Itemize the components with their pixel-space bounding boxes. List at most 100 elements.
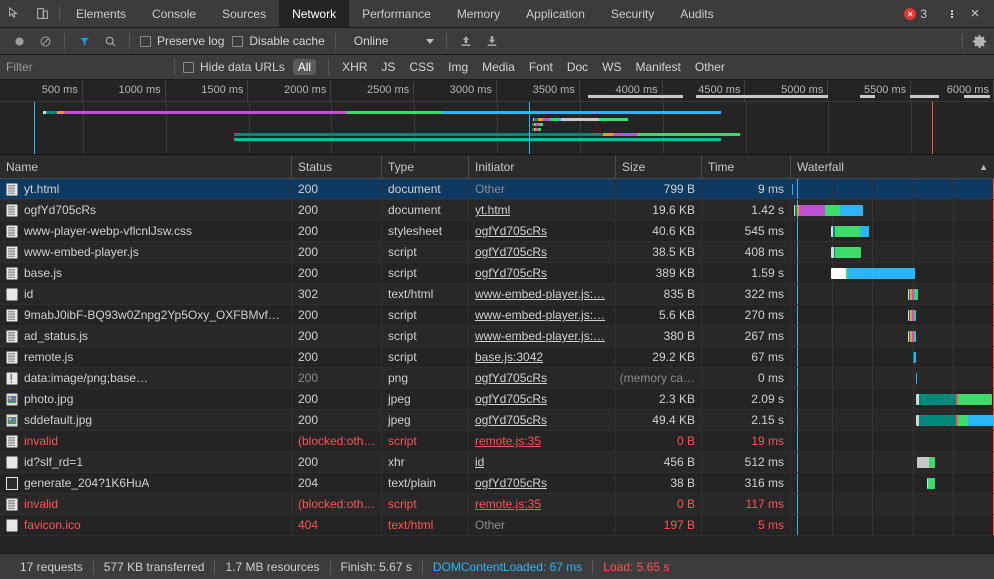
search-icon[interactable]: [97, 28, 123, 54]
waterfall-bar[interactable]: [794, 205, 863, 216]
table-row[interactable]: invalid (blocked:oth… script remote.js:35 0 …: [0, 494, 994, 515]
initiator-link[interactable]: id: [475, 455, 484, 469]
tab-sources[interactable]: Sources: [209, 0, 279, 27]
tab-network[interactable]: Network: [279, 0, 350, 27]
waterfall-bar[interactable]: [907, 310, 916, 321]
initiator-link[interactable]: ogfYd705cRs: [475, 371, 547, 385]
waterfall-gridline: [912, 179, 914, 199]
column-header-initiator[interactable]: Initiator: [469, 155, 616, 178]
table-row[interactable]: ogfYd705cRs 200 document yt.html 19.6 KB 1.42…: [0, 200, 994, 221]
initiator-link[interactable]: remote.js:35: [475, 434, 541, 448]
initiator-link[interactable]: base.js:3042: [475, 350, 543, 364]
table-row[interactable]: id 302 text/html www-embed-player.js:… 835 B…: [0, 284, 994, 305]
table-row[interactable]: sddefault.jpg 200 jpeg ogfYd705cRs 49.4 KB 2.…: [0, 410, 994, 431]
close-icon[interactable]: ×: [962, 5, 988, 22]
table-body[interactable]: yt.html 200 document Other 799 B9 ms ogfYd705…: [0, 179, 994, 553]
type-filter-css[interactable]: CSS: [404, 59, 439, 75]
waterfall-bar[interactable]: [927, 478, 936, 489]
waterfall-bar[interactable]: [916, 457, 936, 468]
table-row[interactable]: photo.jpg 200 jpeg ogfYd705cRs 2.3 KB 2.09 s: [0, 389, 994, 410]
waterfall-bar[interactable]: [830, 226, 870, 237]
waterfall-gridline: [872, 494, 874, 514]
initiator-link[interactable]: yt.html: [475, 203, 510, 217]
table-row[interactable]: id?slf_rd=1 200 xhr id 456 B 512 ms: [0, 452, 994, 473]
waterfall-bar[interactable]: [830, 247, 861, 258]
network-overview[interactable]: 500 ms 1000 ms 1500 ms 2000 ms 2500 ms 3000 m…: [0, 80, 994, 155]
initiator-link[interactable]: ogfYd705cRs: [475, 413, 547, 427]
filter-input[interactable]: [6, 60, 166, 74]
tab-application[interactable]: Application: [513, 0, 598, 27]
more-options-icon[interactable]: [942, 9, 962, 19]
initiator-link[interactable]: remote.js:35: [475, 497, 541, 511]
table-row[interactable]: www-embed-player.js 200 script ogfYd705cRs 3…: [0, 242, 994, 263]
record-icon[interactable]: [6, 28, 32, 54]
waterfall-bar[interactable]: [915, 415, 994, 426]
table-row[interactable]: base.js 200 script ogfYd705cRs 389 KB 1.59 s: [0, 263, 994, 284]
column-header-status[interactable]: Status: [292, 155, 382, 178]
table-row[interactable]: yt.html 200 document Other 799 B9 ms: [0, 179, 994, 200]
inspect-element-icon[interactable]: [0, 0, 28, 27]
initiator-link[interactable]: www-embed-player.js:…: [475, 287, 605, 301]
tab-console[interactable]: Console: [139, 0, 209, 27]
type-filter-all[interactable]: All: [292, 59, 317, 75]
type-filter-font[interactable]: Font: [524, 59, 558, 75]
tab-elements[interactable]: Elements: [63, 0, 139, 27]
column-header-time[interactable]: Time: [702, 155, 791, 178]
waterfall-bar[interactable]: [912, 352, 917, 363]
preserve-log-checkbox[interactable]: Preserve log: [136, 34, 228, 48]
type-filter-ws[interactable]: WS: [597, 59, 626, 75]
column-header-name[interactable]: Name: [0, 155, 292, 178]
request-name: generate_204?1K6HuA: [24, 476, 150, 490]
table-row[interactable]: data:image/png;base… 200 png ogfYd705cRs (me…: [0, 368, 994, 389]
table-row[interactable]: generate_204?1K6HuA 204 text/plain ogfYd705…: [0, 473, 994, 494]
table-row[interactable]: www-player-webp-vflcnlJsw.css 200 styleshe…: [0, 221, 994, 242]
type-filter-other[interactable]: Other: [690, 59, 730, 75]
export-har-icon[interactable]: [479, 28, 505, 54]
type-filter-manifest[interactable]: Manifest: [631, 59, 686, 75]
initiator-link[interactable]: ogfYd705cRs: [475, 245, 547, 259]
tab-memory[interactable]: Memory: [444, 0, 513, 27]
filter-icon[interactable]: [71, 28, 97, 54]
type-filter-img[interactable]: Img: [443, 59, 473, 75]
waterfall-bar[interactable]: [915, 373, 918, 384]
waterfall-gridline: [953, 200, 955, 220]
table-row[interactable]: favicon.ico 404 text/html Other 197 B5 ms: [0, 515, 994, 536]
table-row[interactable]: remote.js 200 script base.js:3042 29.2 KB 67 …: [0, 347, 994, 368]
initiator-link[interactable]: ogfYd705cRs: [475, 392, 547, 406]
error-count-label: 3: [920, 6, 927, 21]
initiator-link[interactable]: ogfYd705cRs: [475, 224, 547, 238]
throttling-select[interactable]: Online: [348, 34, 441, 48]
type-filter-js[interactable]: JS: [376, 59, 400, 75]
cell-time: 408 ms: [702, 242, 791, 262]
device-toolbar-icon[interactable]: [28, 0, 56, 27]
disable-cache-checkbox[interactable]: Disable cache: [228, 34, 328, 48]
table-row[interactable]: ad_status.js 200 script www-embed-player.js…: [0, 326, 994, 347]
column-header-size[interactable]: Size: [616, 155, 702, 178]
waterfall-bar[interactable]: [907, 331, 916, 342]
waterfall-bar[interactable]: [907, 289, 918, 300]
network-settings-gear[interactable]: [962, 33, 994, 49]
column-header-type[interactable]: Type: [382, 155, 469, 178]
tab-audits[interactable]: Audits: [667, 0, 726, 27]
table-row[interactable]: invalid (blocked:oth… script remote.js:35 0 …: [0, 431, 994, 452]
type-filter-doc[interactable]: Doc: [562, 59, 593, 75]
waterfall-bar[interactable]: [915, 394, 992, 405]
waterfall-bar[interactable]: [791, 184, 793, 195]
tab-performance[interactable]: Performance: [349, 0, 444, 27]
initiator-link[interactable]: www-embed-player.js:…: [475, 308, 605, 322]
hide-data-urls-checkbox[interactable]: Hide data URLs: [183, 60, 285, 74]
tab-security[interactable]: Security: [598, 0, 667, 27]
type-filter-xhr[interactable]: XHR: [337, 59, 372, 75]
column-header-waterfall[interactable]: Waterfall ▲: [791, 155, 994, 178]
table-row[interactable]: 9mabJ0ibF-BQ93w0Znpg2Yp5Oxy_OXFBMvfn… 200…: [0, 305, 994, 326]
error-count-badge[interactable]: × 3: [896, 7, 935, 21]
initiator-link[interactable]: www-embed-player.js:…: [475, 329, 605, 343]
cell-type: script: [382, 305, 469, 325]
import-har-icon[interactable]: [453, 28, 479, 54]
initiator-link[interactable]: ogfYd705cRs: [475, 266, 547, 280]
waterfall-bar-segment: [799, 205, 826, 216]
clear-icon[interactable]: [32, 28, 58, 54]
type-filter-media[interactable]: Media: [477, 59, 520, 75]
waterfall-bar[interactable]: [831, 268, 915, 279]
initiator-link[interactable]: ogfYd705cRs: [475, 476, 547, 490]
